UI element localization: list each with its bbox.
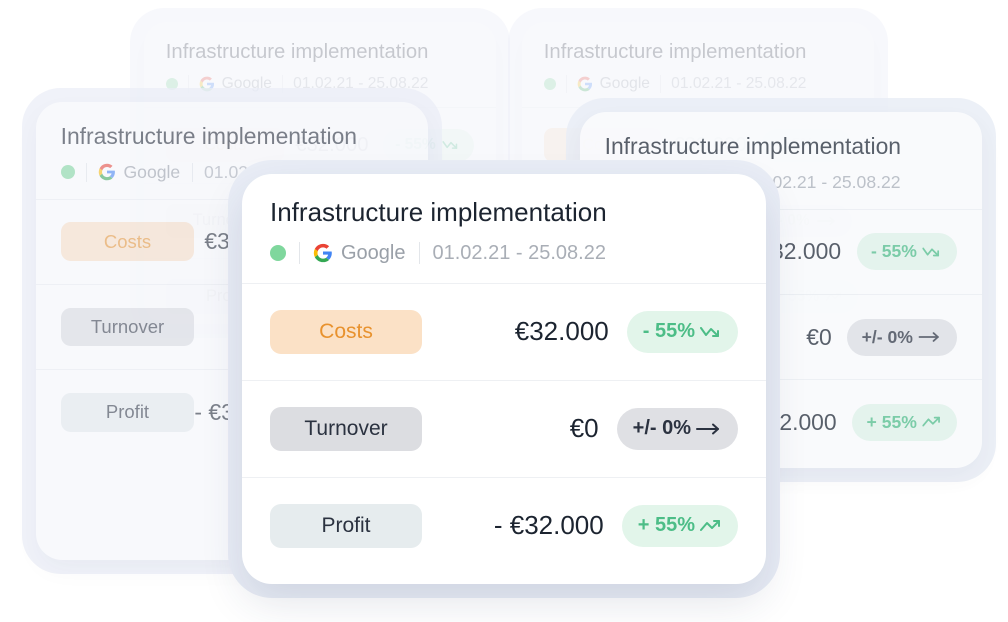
google-logo-icon <box>98 163 116 181</box>
card-title: Infrastructure implementation <box>604 133 902 160</box>
card-header: Infrastructure implementation Google 01.0… <box>522 22 874 107</box>
metric-change-badge: - 55% <box>856 233 958 271</box>
trend-flat-icon <box>918 331 942 343</box>
provider-block: Google <box>313 242 406 265</box>
metric-change-value: - 55% <box>642 320 695 343</box>
metric-change-badge: + 55% <box>852 403 958 441</box>
google-logo-icon <box>577 76 593 92</box>
metric-values: €32.000- 55% <box>758 233 958 271</box>
metric-values: - €32.000 + 55% <box>493 504 738 547</box>
metric-label-pill: Costs <box>60 222 195 262</box>
metric-label-pill: Turnover <box>60 307 195 347</box>
trend-flat-icon <box>696 422 722 436</box>
metric-values: €0 +/- 0% <box>806 318 958 356</box>
card-title: Infrastructure implementation <box>60 123 358 150</box>
meta-divider <box>566 75 568 93</box>
provider-block: Google <box>98 162 180 183</box>
metric-values: €0 +/- 0% <box>569 407 738 450</box>
metric-change-value: + 55% <box>866 411 917 432</box>
metric-row[interactable]: Turnover €0 +/- 0% <box>242 379 766 477</box>
metric-label-pill: Costs <box>270 309 422 354</box>
metric-label-pill: Turnover <box>270 406 422 451</box>
trend-up-icon <box>922 415 942 429</box>
metric-row[interactable]: Costs €32.000 - 55% <box>242 282 766 380</box>
provider-name: Google <box>341 241 406 264</box>
metric-label-pill: Profit <box>270 503 422 548</box>
meta-divider <box>660 75 662 93</box>
provider-name: Google <box>123 161 181 182</box>
metric-change-value: +/- 0% <box>861 326 913 347</box>
analytics-card-front[interactable]: Infrastructure implementation Google 01.0… <box>242 174 766 584</box>
meta-divider <box>191 162 193 182</box>
metric-change-value: +/- 0% <box>632 417 691 440</box>
date-range: 01.02.21 - 25.08.22 <box>432 241 606 264</box>
meta-divider <box>418 242 420 265</box>
metrics-list: Costs €32.000 - 55% Turnover €0 +/- 0% Profit -… <box>242 282 766 574</box>
metric-change-badge: +/- 0% <box>847 318 958 356</box>
card-title: Infrastructure implementation <box>543 40 807 63</box>
meta-divider <box>299 242 300 265</box>
metric-change-badge: +/- 0% <box>616 407 738 450</box>
trend-down-icon <box>922 245 942 259</box>
card-title: Infrastructure implementation <box>165 40 429 63</box>
metric-amount: €32.000 <box>514 316 609 347</box>
metric-change-value: + 55% <box>637 514 695 537</box>
metric-values: €32.000 - 55% <box>514 310 738 353</box>
card-header: Infrastructure implementation Google 01.0… <box>242 174 766 283</box>
cards-stack-stage: Infrastructure implementation Google 01.0… <box>0 0 1008 622</box>
metric-label-pill: Profit <box>60 393 195 432</box>
metric-amount: - €32.000 <box>493 510 604 541</box>
metric-change-value: - 55% <box>870 241 917 262</box>
card-meta-row: Google 01.02.21 - 25.08.22 <box>543 74 852 93</box>
metric-amount: €0 <box>569 413 599 444</box>
trend-down-icon <box>442 139 459 151</box>
meta-divider <box>86 162 88 182</box>
metric-change-badge: + 55% <box>621 504 738 547</box>
metric-amount: €0 <box>806 323 832 350</box>
provider-block: Google <box>577 74 650 93</box>
provider-name: Google <box>599 74 650 92</box>
status-dot-icon <box>270 245 286 262</box>
trend-down-icon <box>700 324 722 340</box>
card-title: Infrastructure implementation <box>270 197 607 227</box>
card-meta-row: Google 01.02.21 - 25.08.22 <box>270 242 738 265</box>
status-dot-icon <box>60 165 75 180</box>
metric-change-badge: - 55% <box>626 310 738 353</box>
trend-up-icon <box>700 518 722 534</box>
metric-row[interactable]: Profit - €32.000 + 55% <box>242 476 766 574</box>
status-dot-icon <box>543 77 557 91</box>
google-logo-icon <box>313 243 333 263</box>
date-range: 01.02.21 - 25.08.22 <box>671 74 807 92</box>
